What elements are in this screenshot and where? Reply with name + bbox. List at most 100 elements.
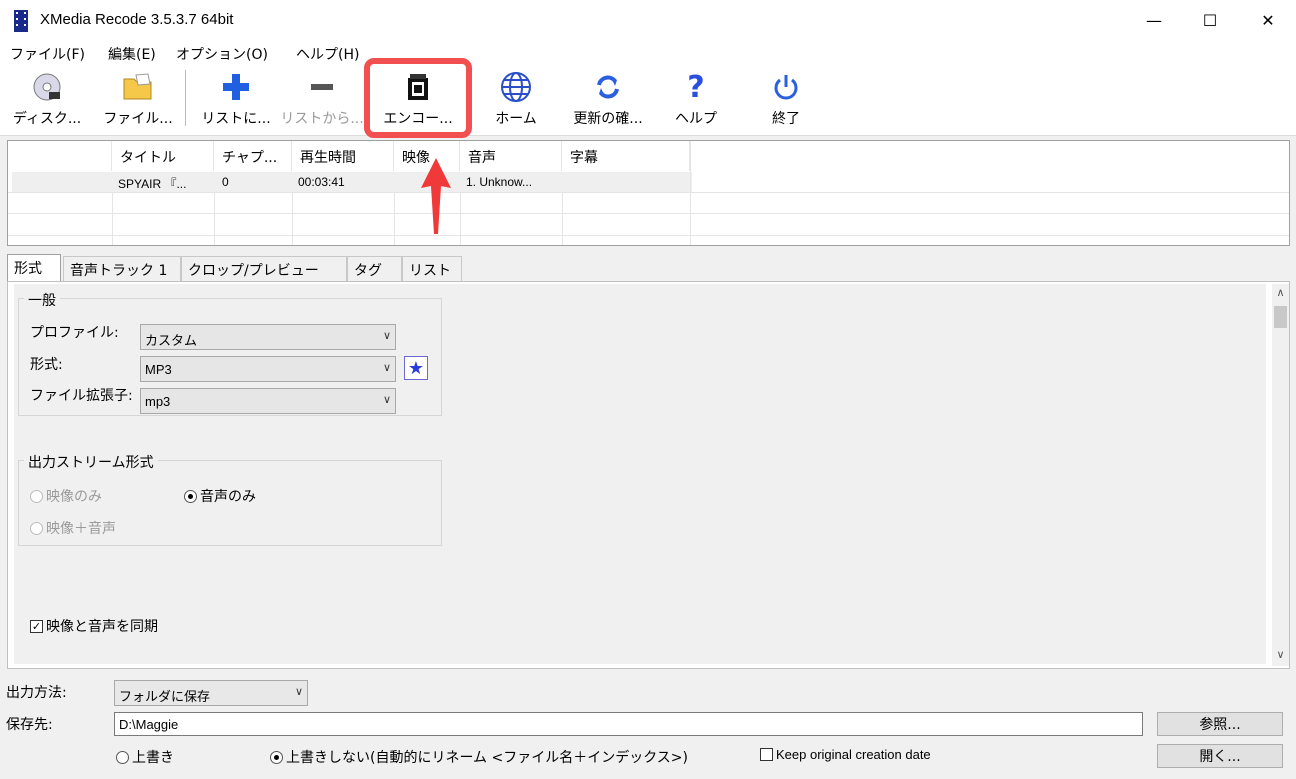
disc-label: ディスク... — [12, 111, 82, 127]
table-row[interactable] — [12, 172, 692, 192]
radio-audio-only[interactable]: 音声のみ — [184, 486, 256, 506]
disc-button[interactable]: ディスク... — [8, 64, 86, 132]
menu-file[interactable]: ファイル(F) — [10, 44, 85, 64]
column-divider — [460, 192, 461, 245]
home-button[interactable]: ホーム — [478, 64, 554, 132]
open-button[interactable]: 開く... — [1157, 744, 1283, 768]
scroll-up-icon[interactable]: ∧ — [1272, 286, 1289, 299]
general-group-title: 一般 — [24, 290, 60, 310]
radio-video-audio[interactable]: 映像＋音声 — [30, 518, 116, 538]
format-select[interactable]: MP3 ∨ — [140, 356, 396, 382]
profile-select[interactable]: カスタム ∨ — [140, 324, 396, 350]
profile-label: プロファイル: — [30, 325, 119, 341]
column-header-blank[interactable] — [8, 141, 112, 171]
format-panel: 一般 プロファイル: カスタム ∨ 形式: MP3 ∨ ★ ファイル拡張子: m… — [7, 281, 1290, 669]
remove-from-list-button[interactable]: リストから... — [280, 64, 364, 132]
format-label: 形式: — [30, 357, 63, 373]
destination-input[interactable]: D:\Maggie — [114, 712, 1143, 736]
tab-audio-track[interactable]: 音声トラック 1 — [63, 256, 181, 281]
column-header-audio[interactable]: 音声 — [460, 141, 562, 171]
help-label: ヘルプ — [675, 111, 717, 127]
open-file-button[interactable]: ファイル... — [98, 64, 178, 132]
file-extension-select[interactable]: mp3 ∨ — [140, 388, 396, 414]
close-button[interactable]: ✕ — [1240, 0, 1296, 40]
add-to-list-button[interactable]: リストに... — [196, 64, 276, 132]
cell-audio: 1. Unknow... — [466, 175, 533, 189]
output-method-label: 出力方法: — [6, 685, 67, 701]
tab-tags[interactable]: タグ — [347, 256, 402, 281]
exit-label: 終了 — [772, 111, 800, 127]
favorite-star-button[interactable]: ★ — [404, 356, 428, 380]
chevron-down-icon: ∨ — [382, 362, 391, 374]
file-extension-label: ファイル拡張子: — [30, 388, 133, 404]
radio-circle-icon — [184, 489, 197, 503]
close-icon: ✕ — [1261, 10, 1275, 30]
radio-no-overwrite[interactable]: 上書きしない(自動的にリネーム <ファイル名＋インデックス>) — [270, 747, 688, 767]
tab-list[interactable]: リスト — [402, 256, 462, 281]
file-extension-value: mp3 — [145, 394, 171, 409]
radio-circle-icon — [30, 489, 43, 503]
minimize-icon: — — [1146, 10, 1162, 30]
radio-audio-only-label: 音声のみ — [200, 489, 256, 505]
output-method-value: フォルダに保存 — [119, 689, 211, 704]
sync-checkbox[interactable]: ✓ 映像と音声を同期 — [30, 616, 158, 636]
format-value: MP3 — [145, 362, 172, 377]
destination-value: D:\Maggie — [119, 717, 179, 732]
toolbar-separator — [185, 70, 186, 126]
format-panel-content: 一般 プロファイル: カスタム ∨ 形式: MP3 ∨ ★ ファイル拡張子: m… — [14, 284, 1266, 664]
radio-video-only-label: 映像のみ — [46, 489, 102, 505]
column-divider — [394, 192, 395, 245]
row-divider — [8, 192, 1289, 193]
file-list[interactable]: タイトル チャプ... 再生時間 映像 音声 字幕 SPYAIR 『... 0 … — [7, 140, 1290, 246]
column-divider — [214, 192, 215, 245]
radio-circle-icon — [30, 521, 43, 535]
help-button[interactable]: ? ヘルプ — [664, 64, 728, 132]
output-stream-group-title: 出力ストリーム形式 — [24, 452, 158, 472]
radio-video-audio-label: 映像＋音声 — [46, 521, 116, 537]
scrollbar-thumb[interactable] — [1274, 306, 1287, 328]
title-bar: XMedia Recode 3.5.3.7 64bit — ☐ ✕ — [0, 0, 1296, 40]
maximize-button[interactable]: ☐ — [1182, 0, 1238, 40]
check-update-label: 更新の確... — [573, 111, 643, 127]
column-divider — [562, 192, 563, 245]
exit-button[interactable]: 終了 — [756, 64, 816, 132]
maximize-icon: ☐ — [1202, 10, 1218, 30]
column-header-title[interactable]: タイトル — [112, 141, 214, 171]
radio-overwrite[interactable]: 上書き — [116, 747, 174, 767]
sync-label: 映像と音声を同期 — [46, 619, 158, 635]
menu-edit[interactable]: 編集(E) — [108, 44, 156, 64]
open-file-label: ファイル... — [103, 111, 173, 127]
check-update-button[interactable]: 更新の確... — [566, 64, 650, 132]
radio-circle-icon — [270, 750, 283, 764]
toolbar: ディスク... ファイル... リストに... リストから... エンコー...… — [0, 64, 1296, 136]
column-header-chapter[interactable]: チャプ... — [214, 141, 292, 171]
power-icon — [771, 70, 801, 104]
dvd-icon — [32, 70, 62, 104]
tab-crop-preview[interactable]: クロップ/プレビュー — [181, 256, 347, 281]
column-header-subtitle[interactable]: 字幕 — [562, 141, 690, 171]
menu-options[interactable]: オプション(O) — [176, 44, 268, 64]
globe-icon — [500, 70, 532, 104]
menu-help[interactable]: ヘルプ(H) — [296, 44, 359, 64]
tab-format[interactable]: 形式 — [7, 254, 61, 282]
radio-video-only[interactable]: 映像のみ — [30, 486, 102, 506]
chevron-down-icon: ∨ — [382, 394, 391, 406]
scroll-down-icon[interactable]: ∨ — [1272, 648, 1289, 661]
minimize-button[interactable]: — — [1126, 0, 1182, 40]
minus-icon — [307, 70, 337, 104]
keep-date-checkbox[interactable]: Keep original creation date — [760, 747, 931, 762]
app-film-icon — [14, 10, 28, 32]
output-method-select[interactable]: フォルダに保存 ∨ — [114, 680, 308, 706]
star-icon: ★ — [407, 357, 425, 379]
radio-circle-icon — [116, 750, 129, 764]
column-divider — [690, 141, 691, 245]
checkbox-icon — [760, 748, 773, 761]
browse-button[interactable]: 参照... — [1157, 712, 1283, 736]
profile-value: カスタム — [145, 333, 198, 348]
encode-highlight-box — [364, 58, 472, 138]
cell-duration: 00:03:41 — [298, 175, 345, 189]
vertical-scrollbar[interactable]: ∧ ∨ — [1272, 284, 1289, 666]
add-to-list-label: リストに... — [201, 111, 271, 127]
radio-overwrite-label: 上書き — [132, 750, 174, 766]
column-header-duration[interactable]: 再生時間 — [292, 141, 394, 171]
